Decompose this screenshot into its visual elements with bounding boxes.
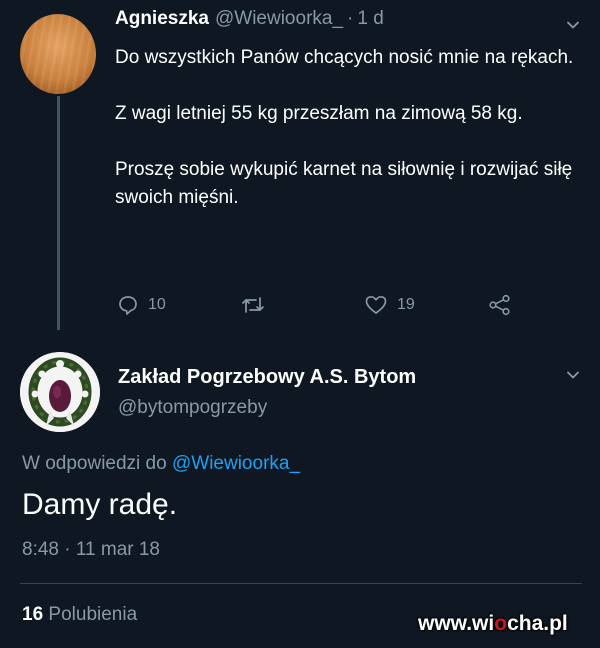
reply-text: Damy radę.	[22, 488, 178, 521]
in-reply-prefix: W odpowiedzi do	[22, 453, 167, 474]
reply-count: 10	[148, 296, 166, 313]
tweet-paragraph-1: Do wszystkich Panów chcących nosić mnie …	[115, 47, 574, 68]
in-reply-to: W odpowiedzi do @Wiewioorka_	[22, 453, 300, 475]
reply-icon	[117, 294, 139, 316]
author-name[interactable]: Agnieszka	[115, 8, 209, 29]
retweet-icon	[240, 294, 266, 316]
watermark-part-3: cha.pl	[507, 612, 568, 635]
share-button[interactable]	[488, 294, 512, 316]
likes-count: 16	[22, 604, 44, 625]
tweet-menu-chevron-down-icon[interactable]	[566, 18, 580, 32]
tweet-time[interactable]: 1 d	[357, 8, 383, 29]
funeral-wreath-icon	[20, 352, 100, 432]
tweet-paragraph-3: Proszę sobie wykupić karnet na siłownię …	[115, 159, 573, 208]
thread-connector-line	[57, 96, 60, 330]
tweet-header: Agnieszka @Wiewioorka_ · 1 d	[115, 8, 384, 30]
reply-author-avatar[interactable]	[20, 352, 100, 432]
tweet-paragraph-2: Z wagi letniej 55 kg przeszłam na zimową…	[115, 103, 523, 124]
share-icon	[488, 294, 512, 316]
reply-button[interactable]: 10	[117, 294, 166, 316]
author-handle[interactable]: @Wiewioorka_	[215, 8, 343, 29]
reply-author-name[interactable]: Zakład Pogrzebowy A.S. Bytom	[118, 366, 416, 389]
like-count: 19	[397, 296, 415, 313]
divider	[20, 583, 582, 584]
watermark-part-1: www.wi	[418, 612, 495, 635]
heart-icon	[364, 294, 388, 316]
header-separator: ·	[347, 8, 354, 29]
reply-timestamp[interactable]: 8:48 · 11 mar 18	[22, 539, 160, 561]
site-watermark: www.wiocha.pl	[418, 612, 568, 636]
author-avatar[interactable]	[20, 14, 96, 94]
watermark-part-2: o	[494, 612, 508, 635]
reply-author-handle[interactable]: @bytompogrzeby	[118, 397, 267, 419]
likes-summary[interactable]: 16 Polubienia	[22, 604, 137, 626]
likes-label: Polubienia	[48, 604, 138, 625]
like-button[interactable]: 19	[364, 294, 415, 316]
reply-menu-chevron-down-icon[interactable]	[566, 368, 580, 382]
in-reply-mention-link[interactable]: @Wiewioorka_	[172, 453, 300, 474]
retweet-button[interactable]	[240, 294, 275, 316]
tweet-text: Do wszystkich Panów chcących nosić mnie …	[115, 44, 585, 212]
